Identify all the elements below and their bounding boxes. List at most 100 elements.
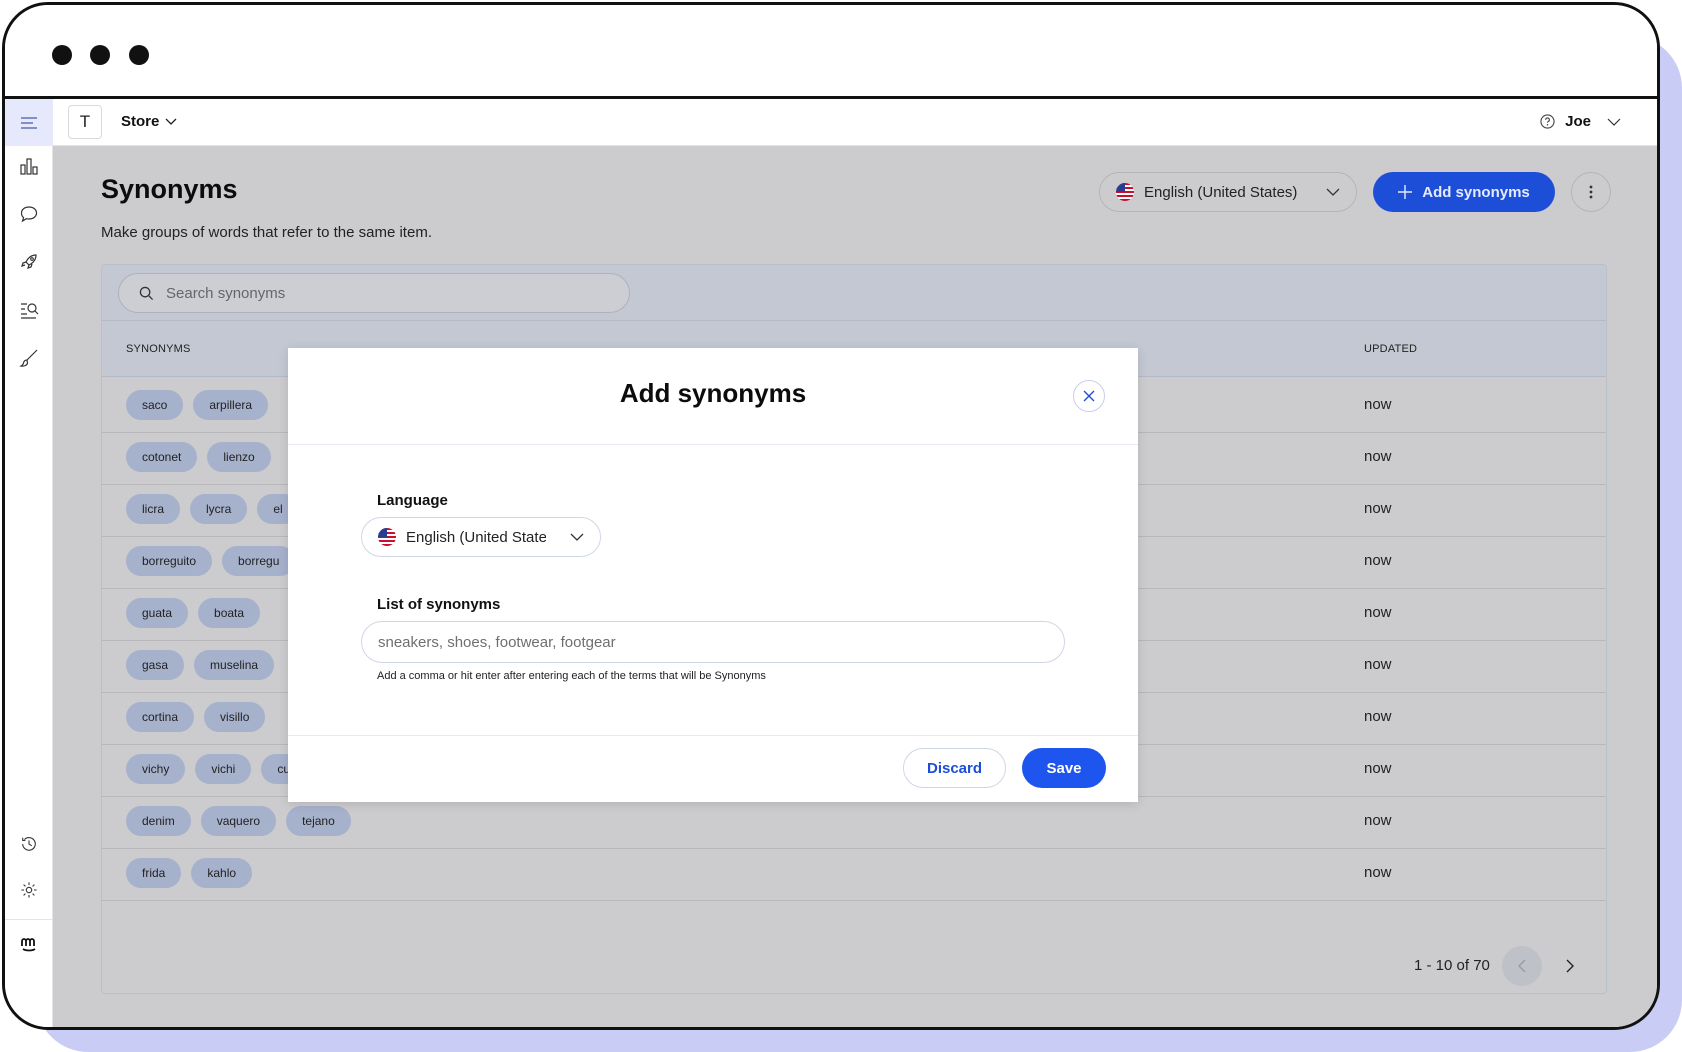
column-header-updated[interactable]: UPDATED (1364, 343, 1417, 355)
chevron-down-icon (1326, 188, 1340, 196)
history-icon[interactable] (19, 834, 39, 854)
window-maximize-dot[interactable] (129, 45, 149, 65)
synonym-chips: denim vaquero tejano (126, 806, 351, 836)
column-header-synonyms[interactable]: SYNONYMS (126, 343, 191, 355)
chevron-down-icon (1607, 118, 1621, 126)
modal-header: Add synonyms (288, 348, 1138, 445)
modal-close-button[interactable] (1073, 380, 1105, 412)
synonyms-help-text: Add a comma or hit enter after entering … (377, 670, 766, 682)
synonym-chip: cortina (126, 702, 195, 732)
updated-value: now (1364, 396, 1392, 413)
window-close-dot[interactable] (52, 45, 72, 65)
page-subtitle: Make groups of words that refer to the s… (101, 224, 432, 241)
store-switcher[interactable]: Store (121, 113, 177, 130)
page-title: Synonyms (101, 174, 238, 204)
updated-value: now (1364, 760, 1392, 777)
synonym-chip: gasa (126, 650, 185, 680)
synonyms-list-input[interactable]: sneakers, shoes, footwear, footgear (361, 621, 1065, 663)
app-window: T Store Joe Synonyms Make groups of word… (2, 2, 1660, 1030)
updated-value: now (1364, 500, 1392, 517)
search-list-icon[interactable] (19, 300, 39, 320)
synonym-chip: denim (126, 806, 191, 836)
synonym-chip: lienzo (207, 442, 271, 472)
synonym-chip: frida (126, 858, 182, 888)
pagination: 1 - 10 of 70 (102, 937, 1606, 993)
synonym-chips: borreguito borregu (126, 546, 296, 576)
language-field-label: Language (377, 492, 448, 509)
updated-value: now (1364, 604, 1392, 621)
table-search-row: Search synonyms (102, 265, 1606, 321)
analytics-icon[interactable] (19, 156, 39, 176)
updated-value: now (1364, 552, 1392, 569)
previous-page-button[interactable] (1502, 946, 1542, 986)
synonym-chips: frida kahlo (126, 858, 253, 888)
kebab-menu-icon (1589, 185, 1593, 199)
modal-title: Add synonyms (619, 378, 807, 408)
synonym-chips: licra lycra el (126, 494, 299, 524)
chevron-down-icon (165, 118, 177, 125)
table-row[interactable]: frida kahlo now (102, 845, 1606, 901)
user-name: Joe (1565, 113, 1591, 130)
updated-value: now (1364, 708, 1392, 725)
add-synonyms-button[interactable]: Add synonyms (1373, 172, 1555, 212)
modal-language-value: English (United State (406, 528, 546, 546)
synonyms-list-placeholder: sneakers, shoes, footwear, footgear (378, 633, 616, 651)
language-select-value: English (United States) (1144, 183, 1298, 201)
synonym-chip: licra (126, 494, 181, 524)
updated-value: now (1364, 656, 1392, 673)
plus-icon (1398, 185, 1413, 199)
window-titlebar (5, 5, 1657, 99)
chevron-left-icon (1518, 959, 1526, 973)
synonym-chip: borreguito (126, 546, 213, 576)
chat-icon[interactable] (19, 204, 39, 224)
synonym-chips: cotonet lienzo (126, 442, 271, 472)
synonym-chips: cortina visillo (126, 702, 266, 732)
save-button[interactable]: Save (1022, 748, 1106, 788)
synonym-chip: arpillera (193, 390, 269, 420)
chevron-down-icon (570, 533, 584, 541)
synonyms-list-label: List of synonyms (377, 596, 501, 613)
more-options-button[interactable] (1571, 172, 1611, 212)
brand-logo-icon[interactable] (19, 934, 39, 954)
synonym-chip: vichy (126, 754, 186, 784)
updated-value: now (1364, 812, 1392, 829)
menu-icon (21, 116, 37, 129)
store-avatar[interactable]: T (68, 105, 102, 139)
synonym-chip: lycra (190, 494, 248, 524)
synonym-chips: guata boata (126, 598, 261, 628)
user-menu[interactable]: Joe (1540, 113, 1621, 130)
add-synonyms-modal: Add synonyms Language English (United St… (288, 348, 1138, 802)
pagination-label: 1 - 10 of 70 (1414, 957, 1490, 974)
synonym-chip: saco (126, 390, 184, 420)
gear-icon[interactable] (19, 880, 39, 900)
next-page-button[interactable] (1550, 946, 1590, 986)
modal-language-select[interactable]: English (United State (361, 517, 601, 557)
synonym-chip: tejano (286, 806, 351, 836)
window-minimize-dot[interactable] (90, 45, 110, 65)
close-icon (1083, 390, 1095, 402)
language-select[interactable]: English (United States) (1099, 172, 1357, 212)
synonym-chips: saco arpillera (126, 390, 269, 420)
sidebar (5, 146, 53, 1027)
synonym-chip: vaquero (200, 806, 277, 836)
synonym-chip: muselina (194, 650, 275, 680)
synonym-chips: gasa muselina (126, 650, 275, 680)
synonym-chip: cotonet (126, 442, 198, 472)
store-name-label: Store (121, 113, 160, 130)
brush-icon[interactable] (19, 348, 39, 368)
synonym-chip: visillo (204, 702, 266, 732)
synonym-chip: kahlo (191, 858, 253, 888)
search-input[interactable]: Search synonyms (118, 273, 630, 313)
rocket-icon[interactable] (19, 252, 39, 272)
us-flag-icon (1116, 183, 1134, 201)
search-placeholder: Search synonyms (166, 284, 286, 302)
help-icon[interactable] (1540, 114, 1555, 129)
search-icon (139, 286, 154, 300)
discard-button[interactable]: Discard (903, 748, 1006, 788)
synonym-chip: vichi (195, 754, 252, 784)
modal-footer: Discard Save (288, 735, 1138, 802)
synonym-chip: guata (126, 598, 189, 628)
us-flag-icon (378, 528, 396, 546)
menu-toggle-button[interactable] (5, 99, 53, 146)
sidebar-divider (5, 919, 53, 920)
